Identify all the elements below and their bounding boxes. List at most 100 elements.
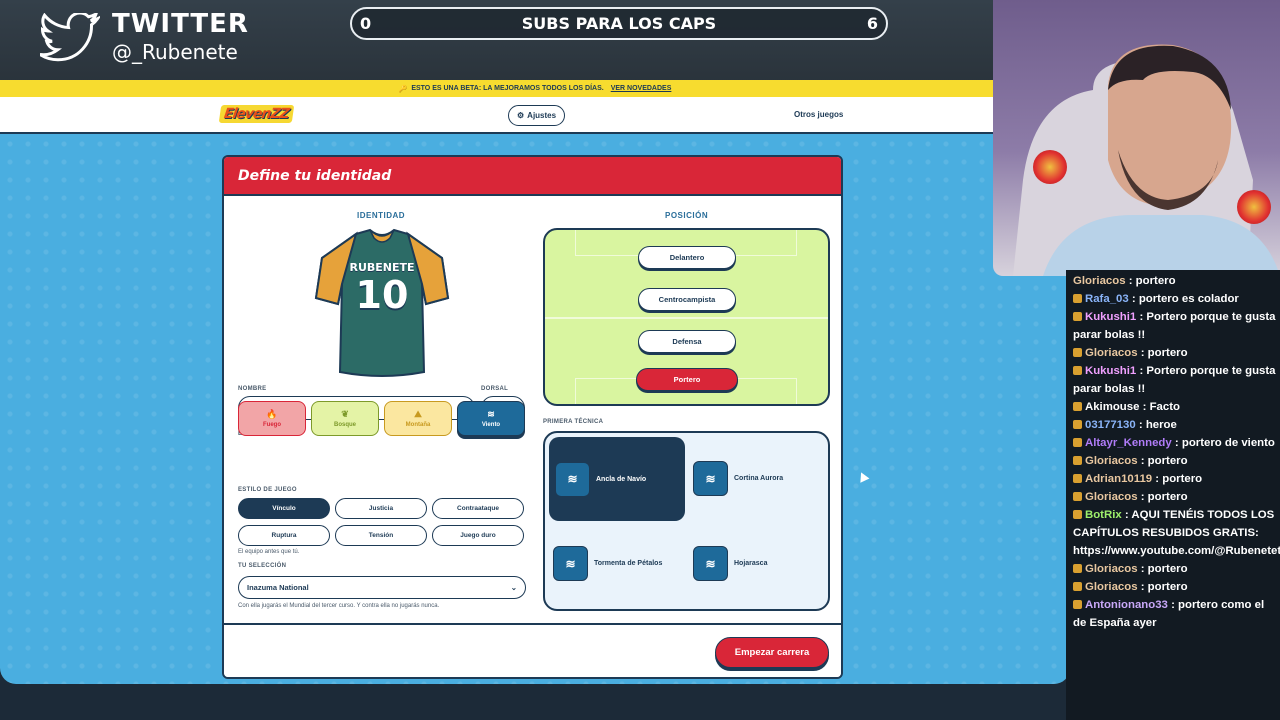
- style-option-0[interactable]: Vínculo: [238, 498, 330, 519]
- chat-separator: :: [1137, 455, 1148, 467]
- chevron-down-icon: ⌄: [510, 583, 517, 592]
- card-title: Define tu identidad: [238, 167, 392, 184]
- twitter-handle: @_Rubenete: [112, 40, 238, 64]
- style-option-2[interactable]: Contraataque: [432, 498, 524, 519]
- beta-text: ESTO ES UNA BETA: LA MEJORAMOS TODOS LOS…: [411, 85, 604, 92]
- chat-username[interactable]: BotRix: [1085, 509, 1122, 521]
- style-option-1[interactable]: Justicia: [335, 498, 427, 519]
- position-option-0[interactable]: Delantero: [638, 246, 736, 269]
- chat-username[interactable]: Kukushi1: [1085, 311, 1136, 323]
- name-label: NOMBRE: [238, 386, 267, 392]
- key-icon: 🔑: [398, 85, 408, 93]
- chat-badge-icon: [1073, 510, 1082, 519]
- identity-title: IDENTIDAD: [357, 211, 406, 220]
- identity-card: Define tu identidad IDENTIDAD RUBENETE 1…: [222, 155, 843, 679]
- chat-username[interactable]: Akimouse: [1085, 401, 1139, 413]
- position-option-2[interactable]: Defensa: [638, 330, 736, 353]
- chat-username[interactable]: Gloriacos: [1085, 455, 1138, 467]
- chat-separator: :: [1152, 473, 1163, 485]
- chat-message: BotRix : AQUI TENÉIS TODOS LOS CAPÍTULOS…: [1073, 506, 1280, 560]
- settings-button[interactable]: ⚙ Ajustes: [508, 105, 566, 126]
- chat-message: Gloriacos : portero: [1073, 488, 1276, 506]
- style-option-5[interactable]: Juego duro: [432, 525, 524, 546]
- chat-badge-icon: [1073, 582, 1082, 591]
- position-option-3[interactable]: Portero: [636, 368, 738, 391]
- chat-separator: :: [1171, 437, 1182, 449]
- chat-badge-icon: [1073, 600, 1082, 609]
- team-select-value: Inazuma National: [247, 583, 309, 592]
- chat-username[interactable]: Gloriacos: [1085, 347, 1138, 359]
- chat-separator: :: [1137, 491, 1148, 503]
- chat-username[interactable]: Kukushi1: [1085, 365, 1136, 377]
- selection-label: TU SELECCIÓN: [238, 563, 287, 569]
- element-1[interactable]: ❦ Bosque: [311, 401, 379, 436]
- element-2[interactable]: ⛰ Montaña: [384, 401, 452, 436]
- chat-separator: :: [1137, 347, 1148, 359]
- selection-description: Con ella jugarás el Mundial del tercer c…: [238, 603, 440, 609]
- technique-option-3[interactable]: ≋ Hojarasca: [693, 546, 767, 581]
- chat-username[interactable]: Rafa_03: [1085, 293, 1129, 305]
- subs-goal: 6: [866, 14, 878, 33]
- chat-badge-icon: [1073, 402, 1082, 411]
- chat-separator: :: [1139, 401, 1150, 413]
- style-option-4[interactable]: Tensión: [335, 525, 427, 546]
- technique-option-2[interactable]: ≋ Tormenta de Pétalos: [553, 546, 662, 581]
- chat-username[interactable]: Altayr_Kennedy: [1085, 437, 1172, 449]
- style-option-3[interactable]: Ruptura: [238, 525, 330, 546]
- chat-text: portero: [1147, 563, 1188, 575]
- chat-badge-icon: [1073, 438, 1082, 447]
- chat-badge-icon: [1073, 420, 1082, 429]
- pitch-field: Delantero Centrocampista Defensa Portero: [543, 228, 830, 406]
- start-career-button[interactable]: Empezar carrera: [715, 637, 829, 668]
- chat-message: Gloriacos : portero: [1073, 560, 1276, 578]
- style-label: ESTILO DE JUEGO: [238, 487, 297, 493]
- chat-username[interactable]: Gloriacos: [1073, 275, 1126, 287]
- mouse-cursor: [856, 470, 870, 483]
- wind-icon: ≋: [693, 461, 728, 496]
- chat-message: Gloriacos : portero: [1073, 272, 1276, 290]
- chat-badge-icon: [1073, 492, 1082, 501]
- chat-username[interactable]: Gloriacos: [1085, 581, 1138, 593]
- game-logo[interactable]: ElevenZZ: [218, 105, 295, 123]
- wind-icon: ≋: [693, 546, 728, 581]
- chat-username[interactable]: Antonionano33: [1085, 599, 1168, 611]
- twitter-bird-icon: [40, 13, 100, 62]
- technique-label: PRIMERA TÉCNICA: [543, 419, 604, 425]
- wind-icon: ≋: [555, 461, 590, 497]
- jersey-number: 10: [355, 273, 409, 317]
- chat-username[interactable]: Adrian10119: [1085, 473, 1152, 485]
- news-link[interactable]: VER NOVEDADES: [611, 85, 672, 92]
- chat-separator: :: [1136, 311, 1147, 323]
- chat-message: Gloriacos : portero: [1073, 578, 1276, 596]
- chat-badge-icon: [1073, 312, 1082, 321]
- chat-username[interactable]: Gloriacos: [1085, 563, 1138, 575]
- wind-icon: ≋: [487, 409, 495, 419]
- technique-option-0[interactable]: ≋ Ancla de Navío: [549, 437, 685, 521]
- chat-message: Adrian10119 : portero: [1073, 470, 1276, 488]
- team-select[interactable]: Inazuma National ⌄: [238, 576, 526, 599]
- element-3[interactable]: ≋ Viento: [457, 401, 525, 436]
- chat-text: heroe: [1145, 419, 1177, 431]
- subs-goal-bar: 0 SUBS PARA LOS CAPS 6: [350, 7, 888, 40]
- chat-username[interactable]: Gloriacos: [1085, 491, 1138, 503]
- element-label: Bosque: [333, 422, 356, 428]
- chat-badge-icon: [1073, 474, 1082, 483]
- technique-option-1[interactable]: ≋ Cortina Aurora: [693, 461, 783, 496]
- element-0[interactable]: 🔥 Fuego: [238, 401, 306, 436]
- chat-badge-icon: [1073, 366, 1082, 375]
- chat-separator: :: [1137, 581, 1148, 593]
- chat-separator: :: [1128, 293, 1139, 305]
- technique-options: ≋ Ancla de Navío ≋ Cortina Aurora ≋ Tormenta …: [543, 431, 830, 611]
- chat-text: portero: [1135, 275, 1176, 287]
- chat-separator: :: [1121, 509, 1132, 521]
- beta-banner: 🔑 ESTO ES UNA BETA: LA MEJORAMOS TODOS L…: [0, 80, 1070, 97]
- technique-label: Cortina Aurora: [734, 475, 784, 482]
- chat-username[interactable]: 03177130: [1085, 419, 1136, 431]
- chat-message: Gloriacos : portero: [1073, 344, 1276, 362]
- chat-message: Kukushi1 : Portero porque te gusta parar…: [1073, 362, 1276, 398]
- style-description: El equipo antes que tú.: [238, 549, 300, 555]
- position-option-1[interactable]: Centrocampista: [638, 288, 736, 311]
- chat-text: portero: [1147, 491, 1188, 503]
- subs-label: SUBS PARA LOS CAPS: [521, 14, 717, 33]
- other-games-link[interactable]: Otros juegos: [794, 110, 843, 119]
